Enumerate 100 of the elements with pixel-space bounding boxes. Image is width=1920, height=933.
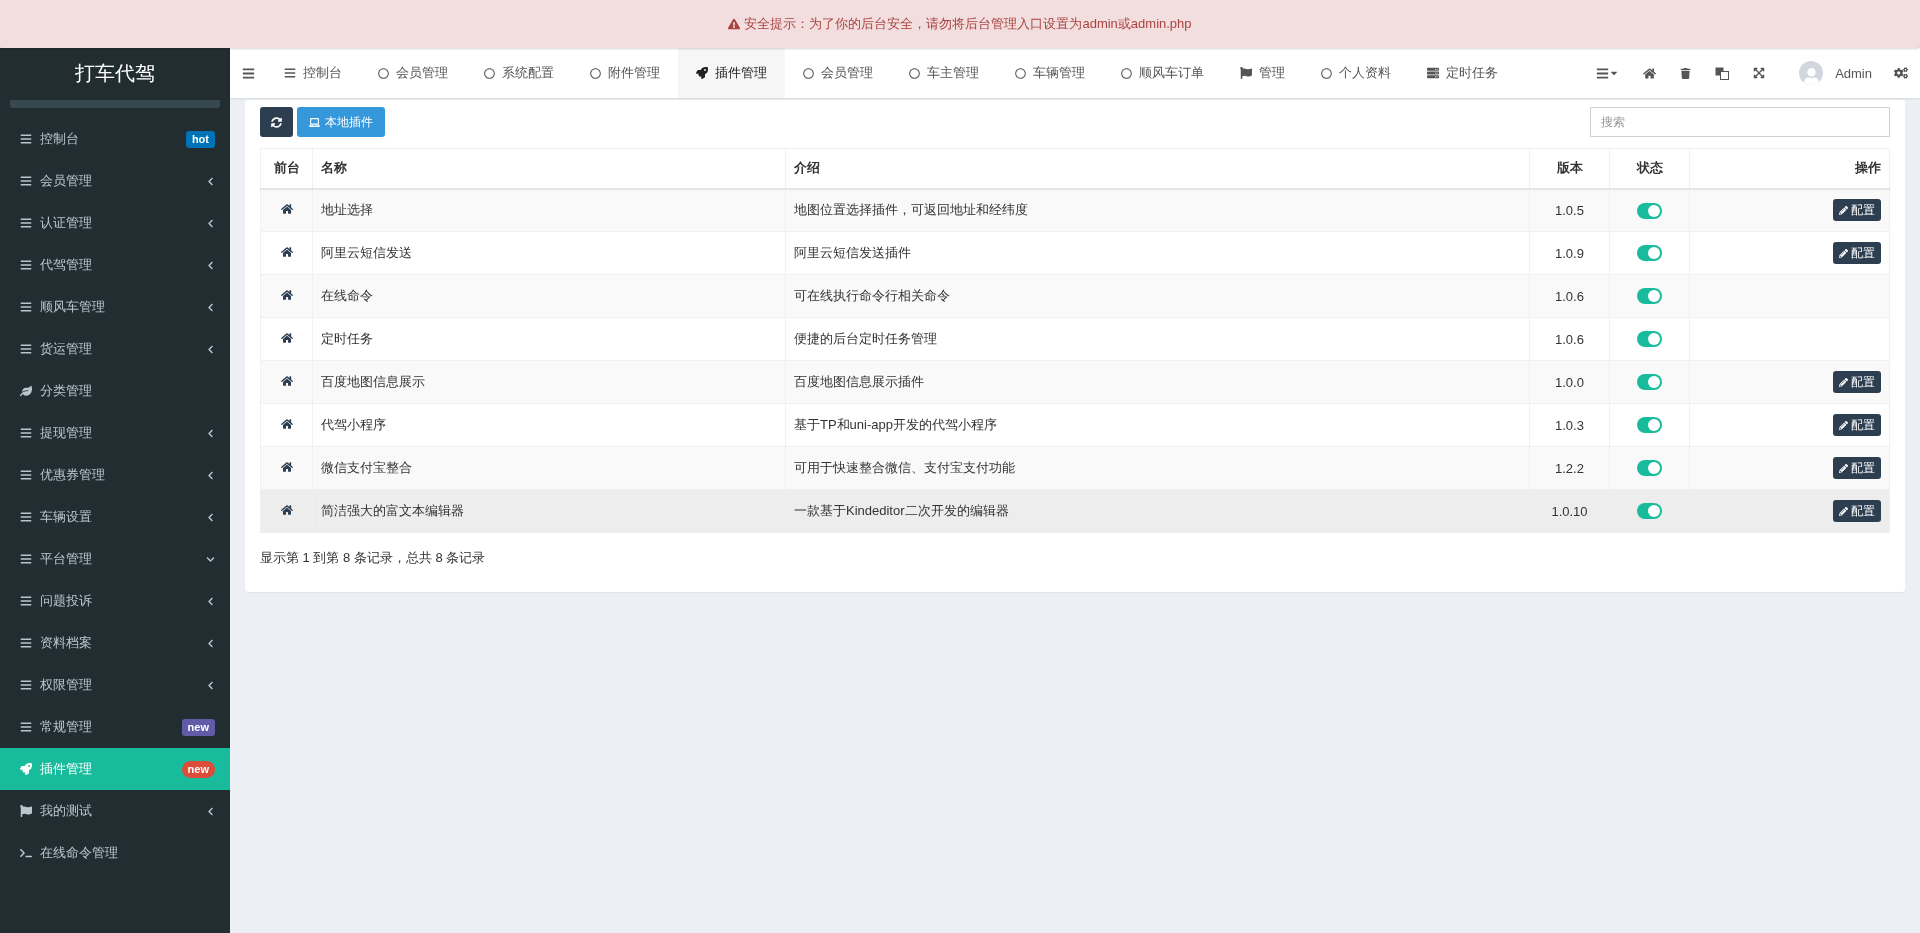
table-cell: 1.0.5 bbox=[1529, 188, 1610, 232]
table-cell: 地图位置选择插件，可返回地址和经纬度 bbox=[785, 188, 1530, 232]
server-icon bbox=[1427, 67, 1439, 79]
menu-badge: new bbox=[181, 760, 215, 778]
home-link-icon[interactable] bbox=[280, 417, 293, 430]
sidebar-item[interactable]: 车辆设置 bbox=[0, 496, 230, 538]
status-toggle[interactable] bbox=[1637, 202, 1662, 219]
table-cell: 阿里云短信发送 bbox=[312, 231, 786, 275]
table-cell: 便捷的后台定时任务管理 bbox=[785, 317, 1530, 361]
home-link-icon[interactable] bbox=[280, 374, 293, 387]
nav-tab[interactable]: 定时任务 bbox=[1409, 48, 1516, 98]
table-cell: 基于TP和uni-app开发的代驾小程序 bbox=[785, 403, 1530, 447]
sidebar-item[interactable]: 货运管理 bbox=[0, 328, 230, 370]
sidebar-item[interactable]: 问题投诉 bbox=[0, 580, 230, 622]
nav-tab[interactable]: 车辆管理 bbox=[997, 48, 1103, 98]
flag-icon bbox=[20, 805, 32, 817]
sidebar-item[interactable]: 顺风车管理 bbox=[0, 286, 230, 328]
home-link-icon[interactable] bbox=[280, 245, 293, 258]
column-header: 名称 bbox=[312, 148, 786, 189]
sidebar-item[interactable]: 常规管理 new bbox=[0, 706, 230, 748]
sidebar-item[interactable]: 控制台 hot bbox=[0, 118, 230, 160]
nav-tab[interactable]: 系统配置 bbox=[466, 48, 572, 98]
home-link-icon[interactable] bbox=[280, 460, 293, 473]
nav-tab[interactable]: 插件管理 bbox=[678, 48, 785, 98]
bars-icon bbox=[20, 217, 32, 229]
nav-tab[interactable]: 附件管理 bbox=[572, 48, 678, 98]
sidebar-item[interactable]: 代驾管理 bbox=[0, 244, 230, 286]
nav-tab[interactable]: 车主管理 bbox=[891, 48, 997, 98]
bars-icon bbox=[20, 679, 32, 691]
bars-icon bbox=[20, 595, 32, 607]
warning-icon bbox=[728, 18, 741, 30]
bars-icon bbox=[20, 721, 32, 733]
sidebar-item[interactable]: 会员管理 bbox=[0, 160, 230, 202]
column-header: 介绍 bbox=[785, 148, 1530, 189]
terminal-icon bbox=[20, 847, 32, 859]
table-cell: 定时任务 bbox=[312, 317, 786, 361]
pencil-icon bbox=[1839, 463, 1848, 473]
table-cell: 阿里云短信发送插件 bbox=[785, 231, 1530, 275]
config-button[interactable]: 配置 bbox=[1833, 457, 1881, 479]
nav-tab[interactable]: 个人资料 bbox=[1303, 48, 1409, 98]
sidebar-item[interactable]: 在线命令管理 bbox=[0, 832, 230, 874]
status-toggle[interactable] bbox=[1637, 460, 1662, 477]
menu-icon bbox=[241, 66, 255, 80]
nav-tab[interactable]: 控制台 bbox=[266, 48, 360, 98]
home-link-icon[interactable] bbox=[280, 503, 293, 516]
table-cell: 1.0.6 bbox=[1529, 274, 1610, 318]
status-toggle[interactable] bbox=[1637, 417, 1662, 434]
sidebar-item[interactable]: 我的测试 bbox=[0, 790, 230, 832]
pencil-icon bbox=[1839, 420, 1848, 430]
expand-icon bbox=[1753, 67, 1766, 79]
pencil-icon bbox=[1839, 205, 1848, 215]
sidebar-item[interactable]: 分类管理 bbox=[0, 370, 230, 412]
bars-icon bbox=[20, 175, 32, 187]
bars-icon bbox=[20, 511, 32, 523]
home-link-icon[interactable] bbox=[280, 288, 293, 301]
nav-tab[interactable]: 管理 bbox=[1222, 48, 1303, 98]
nav-tab[interactable]: 会员管理 bbox=[785, 48, 891, 98]
table-cell: 1.0.10 bbox=[1529, 489, 1610, 533]
config-button[interactable]: 配置 bbox=[1833, 242, 1881, 264]
sidebar-item[interactable]: 权限管理 bbox=[0, 664, 230, 706]
table-cell: 百度地图信息展示插件 bbox=[785, 360, 1530, 404]
search-field[interactable]: 搜索 bbox=[1590, 107, 1890, 137]
flag-icon bbox=[1240, 67, 1252, 79]
config-button[interactable]: 配置 bbox=[1833, 371, 1881, 393]
status-toggle[interactable] bbox=[1637, 503, 1662, 520]
table-cell: 1.0.0 bbox=[1529, 360, 1610, 404]
refresh-button[interactable] bbox=[260, 107, 293, 137]
status-toggle[interactable] bbox=[1637, 331, 1662, 348]
bars-icon bbox=[284, 67, 296, 79]
bars-icon bbox=[20, 637, 32, 649]
bars-icon bbox=[1596, 66, 1610, 80]
bars-icon bbox=[20, 343, 32, 355]
sidebar-item[interactable]: 认证管理 bbox=[0, 202, 230, 244]
table-cell: 1.0.6 bbox=[1529, 317, 1610, 361]
bars-icon bbox=[20, 259, 32, 271]
config-button[interactable]: 配置 bbox=[1833, 414, 1881, 436]
home-link-icon[interactable] bbox=[280, 202, 293, 215]
sidebar-item[interactable]: 提现管理 bbox=[0, 412, 230, 454]
config-button[interactable]: 配置 bbox=[1833, 199, 1881, 222]
table-cell: 在线命令 bbox=[312, 274, 786, 318]
sidebar-item[interactable]: 平台管理 bbox=[0, 538, 230, 580]
status-toggle[interactable] bbox=[1637, 245, 1662, 262]
sidebar-item[interactable]: 插件管理 new bbox=[0, 748, 230, 790]
table-cell: 可在线执行命令行相关命令 bbox=[785, 274, 1530, 318]
sidebar-item[interactable]: 资料档案 bbox=[0, 622, 230, 664]
sidebar-item[interactable]: 优惠券管理 bbox=[0, 454, 230, 496]
home-link-icon[interactable] bbox=[280, 331, 293, 344]
table-cell: 简洁强大的富文本编辑器 bbox=[312, 489, 786, 533]
status-toggle[interactable] bbox=[1637, 374, 1662, 391]
bars-icon bbox=[20, 427, 32, 439]
nav-tab[interactable]: 会员管理 bbox=[360, 48, 466, 98]
menu-badge: hot bbox=[185, 130, 215, 148]
table-cell: 一款基于Kindeditor二次开发的编辑器 bbox=[785, 489, 1530, 533]
user-name[interactable]: Admin bbox=[1835, 65, 1872, 81]
config-button[interactable]: 配置 bbox=[1833, 500, 1881, 522]
table-cell: 代驾小程序 bbox=[312, 403, 786, 447]
trash-icon bbox=[1680, 67, 1692, 79]
nav-tab[interactable]: 顺风车订单 bbox=[1103, 48, 1222, 98]
status-toggle[interactable] bbox=[1637, 288, 1662, 305]
column-header: 状态 bbox=[1609, 148, 1690, 189]
